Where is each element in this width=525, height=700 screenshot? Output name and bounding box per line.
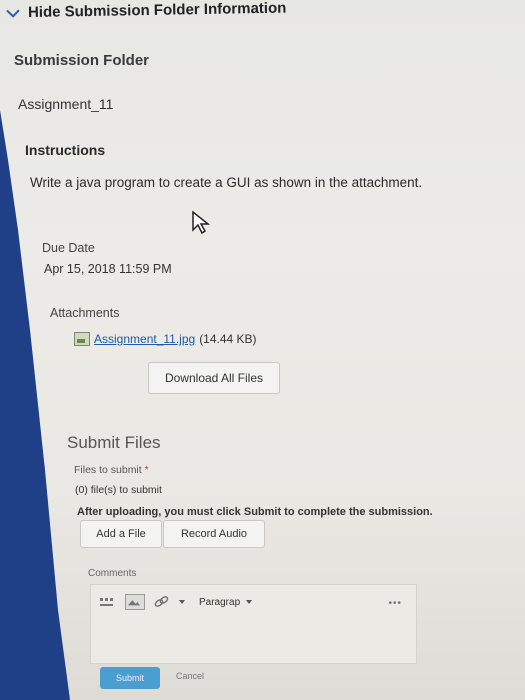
due-date-label: Due Date: [42, 241, 95, 255]
submit-files-title: Submit Files: [67, 433, 161, 452]
folder-section-title: Submission Folder: [14, 52, 150, 69]
image-file-icon: [74, 332, 90, 346]
link-options-dropdown-icon[interactable]: [179, 600, 185, 604]
chevron-down-icon: [246, 600, 253, 604]
mouse-cursor-icon: [192, 210, 211, 235]
submit-button[interactable]: Submit: [100, 667, 160, 689]
assignment-name: Assignment_11: [18, 96, 114, 112]
instructions-title: Instructions: [25, 142, 106, 158]
attachment-item: Assignment_11.jpg (14.44 KB): [74, 332, 257, 346]
instructions-text: Write a java program to create a GUI as …: [30, 175, 423, 190]
attachment-size: (14.44 KB): [199, 332, 257, 346]
paragraph-style-select[interactable]: Paragrap: [199, 596, 253, 608]
chevron-down-icon: [6, 9, 20, 18]
content-panel: Hide Submission Folder Information Submi…: [0, 0, 525, 700]
attachments-label: Attachments: [50, 306, 120, 320]
insert-link-icon[interactable]: [153, 595, 171, 609]
files-count: (0) file(s) to submit: [75, 484, 162, 496]
required-marker: *: [144, 464, 149, 476]
comments-editor[interactable]: Paragrap •••: [90, 584, 417, 664]
editor-toolbar: Paragrap •••: [91, 585, 416, 619]
record-audio-button[interactable]: Record Audio: [163, 520, 265, 548]
download-all-files-button[interactable]: Download All Files: [148, 362, 280, 394]
cancel-button[interactable]: Cancel: [176, 671, 204, 681]
attachment-link[interactable]: Assignment_11.jpg: [94, 332, 195, 346]
add-file-button[interactable]: Add a File: [80, 520, 162, 548]
hide-folder-info-label: Hide Submission Folder Information: [27, 0, 287, 22]
more-options-icon[interactable]: •••: [388, 598, 402, 609]
due-date-value: Apr 15, 2018 11:59 PM: [44, 262, 172, 276]
submission-notice: After uploading, you must click Submit t…: [77, 506, 433, 518]
insert-image-icon[interactable]: [125, 594, 145, 610]
insert-stuff-icon[interactable]: [99, 595, 117, 609]
files-to-submit-label: Files to submit *: [74, 464, 149, 476]
comments-label: Comments: [88, 568, 137, 579]
hide-folder-info-toggle[interactable]: Hide Submission Folder Information: [6, 0, 287, 22]
paragraph-style-value: Paragrap: [199, 596, 241, 608]
files-to-submit-text: Files to submit: [74, 464, 142, 476]
